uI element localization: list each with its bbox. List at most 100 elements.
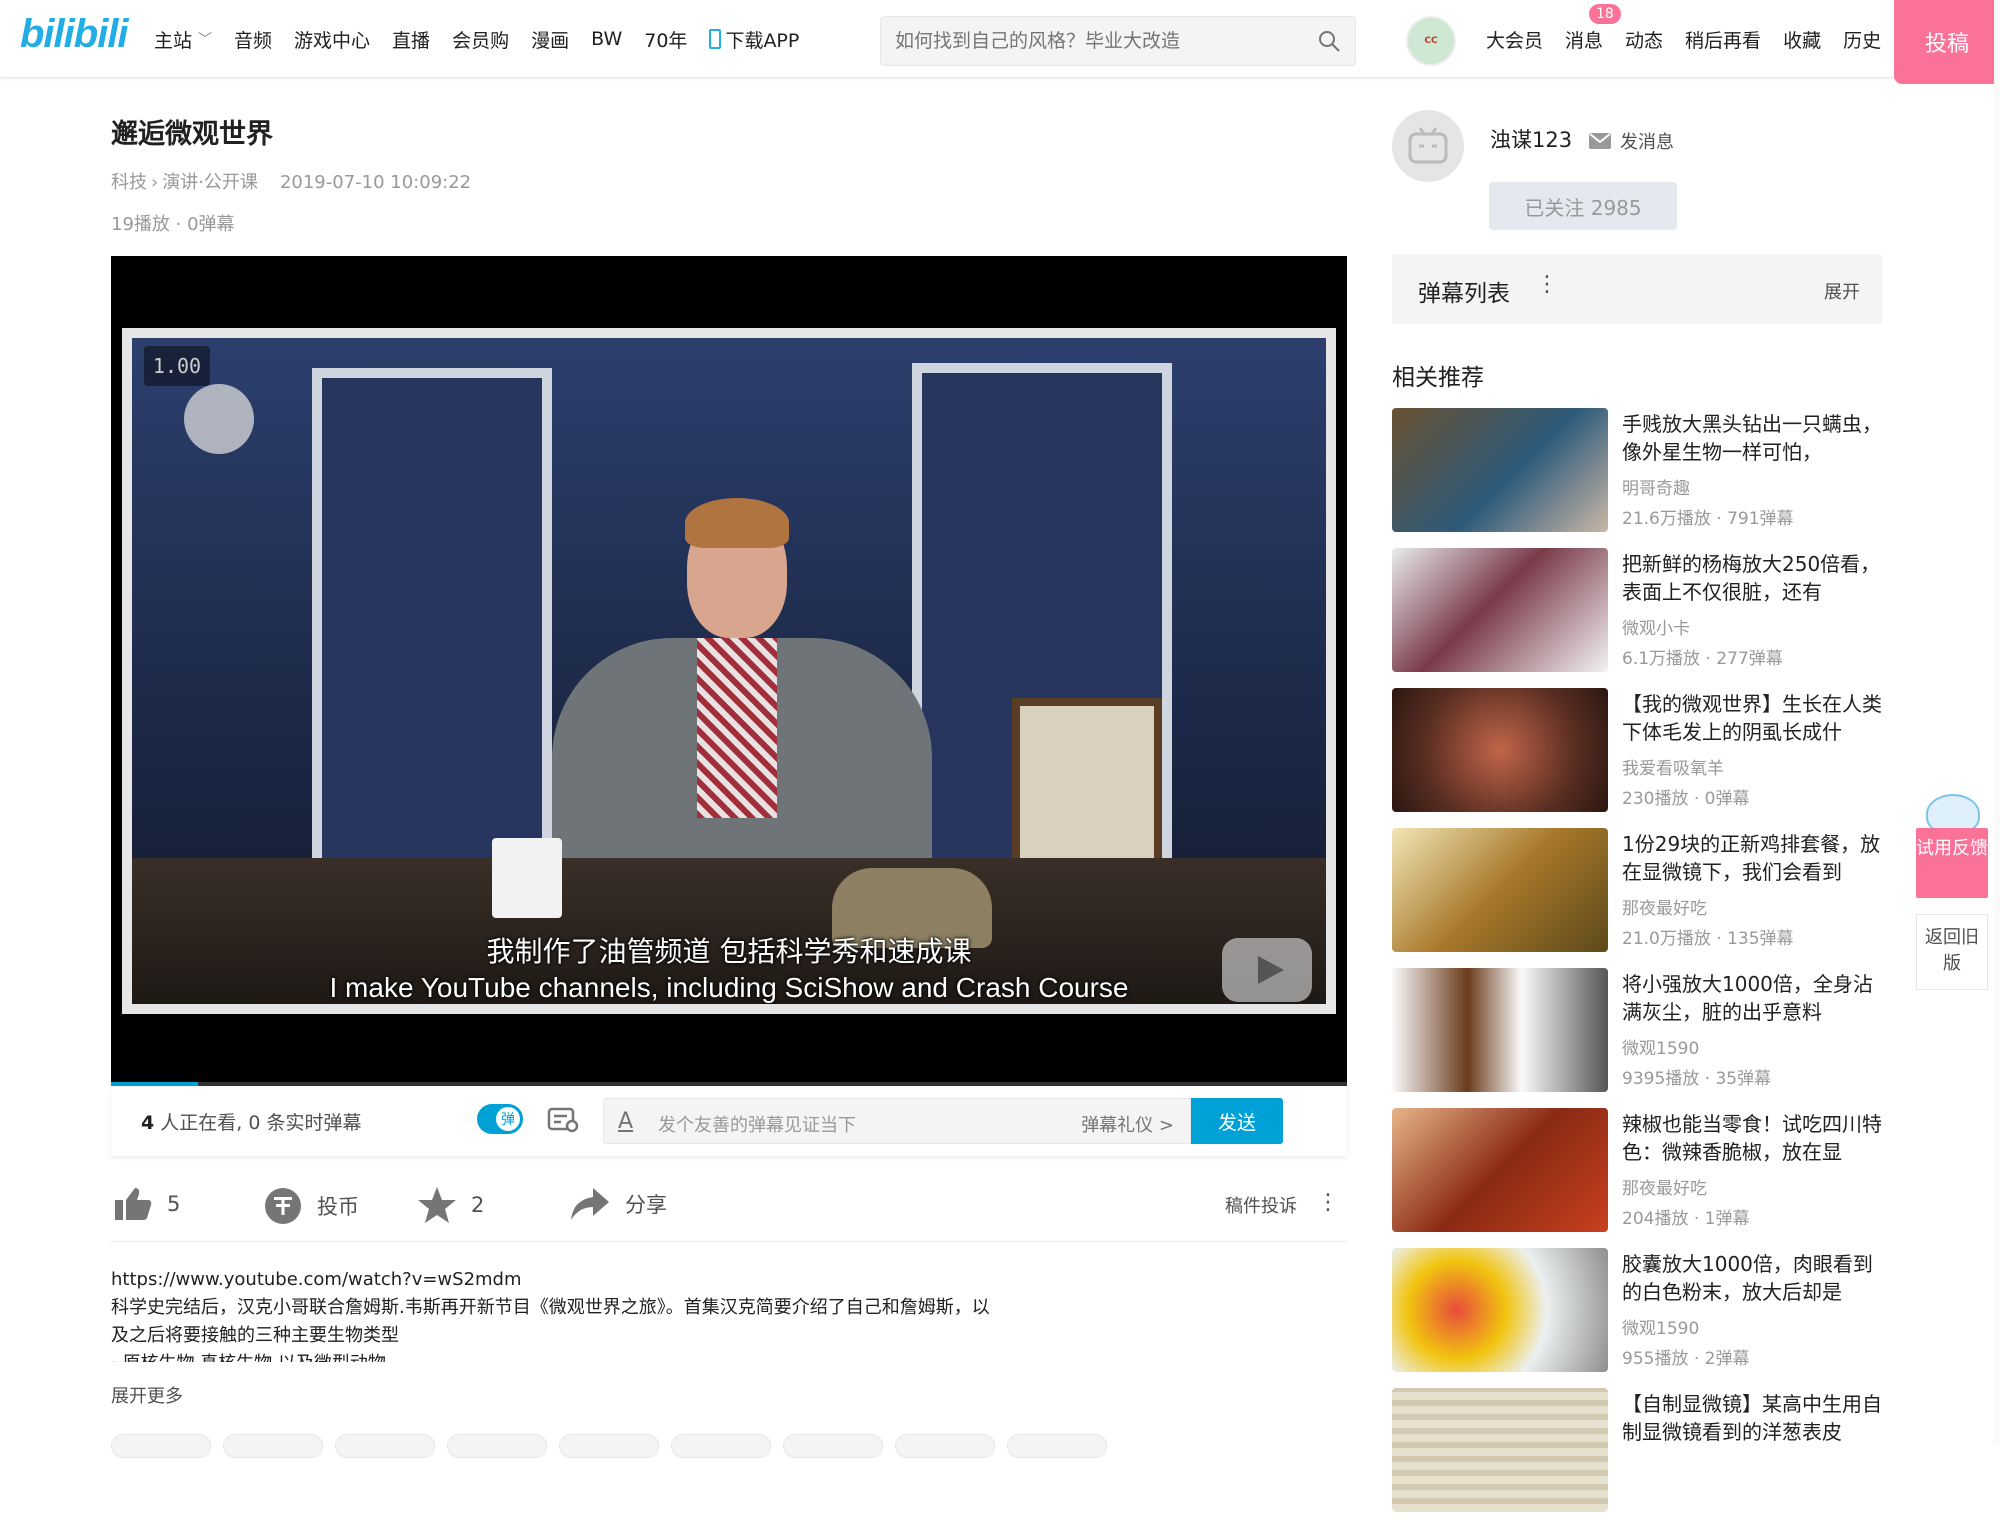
search-icon[interactable] bbox=[1317, 29, 1341, 53]
search-input[interactable] bbox=[895, 17, 1295, 65]
nav-audio[interactable]: 音频 bbox=[234, 26, 272, 53]
tag-item[interactable] bbox=[1007, 1434, 1107, 1458]
nav-vip[interactable]: 大会员 bbox=[1486, 26, 1543, 53]
danmaku-list-menu-icon[interactable]: ⋮ bbox=[1536, 272, 1558, 297]
mug bbox=[492, 838, 562, 918]
expand-description-button[interactable]: 展开更多 bbox=[111, 1382, 183, 1408]
recommend-item-author[interactable]: 微观1590 bbox=[1622, 1314, 1699, 1339]
description-link[interactable]: https://www.youtube.com/watch?v=wS2mdm bbox=[111, 1266, 991, 1294]
recommend-item-title[interactable]: 把新鲜的杨梅放大250倍看，表面上不仅很脏，还有 bbox=[1622, 550, 1884, 606]
recommend-item-title[interactable]: 【自制显微镜】某高中生用自制显微镜看到的洋葱表皮 bbox=[1622, 1390, 1884, 1446]
video-title: 邂逅微观世界 bbox=[111, 119, 273, 150]
coin-label: 投币 bbox=[317, 1195, 359, 1219]
nav-messages-label: 消息 bbox=[1565, 29, 1604, 52]
recommend-item-author[interactable]: 那夜最好吃 bbox=[1622, 894, 1707, 919]
recommend-thumbnail[interactable] bbox=[1392, 548, 1608, 672]
recommend-item[interactable]: 手贱放大黑头钻出一只螨虫，像外星生物一样可怕， 明哥奇趣 21.6万播放 · 7… bbox=[1392, 408, 1882, 548]
tag-item[interactable] bbox=[223, 1434, 323, 1458]
nav-game-center[interactable]: 游戏中心 bbox=[294, 26, 370, 53]
recommend-item-title[interactable]: 1份29块的正新鸡排套餐，放在显微镜下，我们会看到 bbox=[1622, 830, 1884, 886]
tag-item[interactable] bbox=[559, 1434, 659, 1458]
tag-item[interactable] bbox=[895, 1434, 995, 1458]
recommend-item[interactable]: 【自制显微镜】某高中生用自制显微镜看到的洋葱表皮 bbox=[1392, 1388, 1882, 1528]
message-count-badge: 18 bbox=[1589, 3, 1621, 24]
nav-member-shop[interactable]: 会员购 bbox=[452, 26, 509, 53]
uploader-avatar[interactable] bbox=[1392, 110, 1464, 182]
recommend-item-title[interactable]: 胶囊放大1000倍，肉眼看到的白色粉末，放大后却是 bbox=[1622, 1250, 1884, 1306]
nav-dynamics[interactable]: 动态 bbox=[1625, 26, 1663, 53]
video-player[interactable]: 1.00 我制作了油管频道 包括科学秀和速成课 I make YouTube c… bbox=[111, 256, 1347, 1086]
recommend-item[interactable]: 1份29块的正新鸡排套餐，放在显微镜下，我们会看到 那夜最好吃 21.0万播放 … bbox=[1392, 828, 1882, 968]
recommend-thumbnail[interactable] bbox=[1392, 828, 1608, 952]
upload-button[interactable]: 投稿 bbox=[1894, 0, 2000, 84]
thumbs-up-icon bbox=[115, 1188, 152, 1220]
recommend-item[interactable]: 辣椒也能当零食！试吃四川特色：微辣香脆椒，放在显 那夜最好吃 204播放 · 1… bbox=[1392, 1108, 1882, 1248]
nav-70-years[interactable]: 70年 bbox=[644, 26, 687, 53]
recommend-thumbnail[interactable] bbox=[1392, 1108, 1608, 1232]
tag-item[interactable] bbox=[111, 1434, 211, 1458]
coin-button[interactable]: 投币 bbox=[263, 1186, 359, 1226]
danmaku-toggle[interactable]: 弹 bbox=[477, 1104, 523, 1134]
tag-item[interactable] bbox=[335, 1434, 435, 1458]
page-scrollbar[interactable] bbox=[1994, 0, 2000, 1444]
recommend-thumbnail[interactable] bbox=[1392, 1248, 1608, 1372]
user-avatar[interactable]: CC bbox=[1406, 16, 1456, 66]
recommend-item-author[interactable]: 那夜最好吃 bbox=[1622, 1174, 1707, 1199]
recommend-thumbnail[interactable] bbox=[1392, 968, 1608, 1092]
nav-history[interactable]: 历史 bbox=[1843, 26, 1881, 53]
old-version-button[interactable]: 返回旧版 bbox=[1916, 914, 1988, 990]
send-message-button[interactable]: 发消息 bbox=[1588, 128, 1674, 154]
recommend-item-stats: 6.1万播放 · 277弹幕 bbox=[1622, 649, 1783, 669]
recommend-item-title[interactable]: 手贱放大黑头钻出一只螨虫，像外星生物一样可怕， bbox=[1622, 410, 1884, 466]
bilibili-logo[interactable]: bilibili bbox=[20, 12, 129, 57]
recommend-item-author[interactable]: 我爱看吸氧羊 bbox=[1622, 754, 1724, 779]
share-button[interactable]: 分享 bbox=[569, 1186, 667, 1222]
send-message-label: 发消息 bbox=[1620, 132, 1674, 153]
danmaku-settings-icon[interactable] bbox=[547, 1106, 581, 1134]
danmaku-list-expand[interactable]: 展开 bbox=[1824, 278, 1860, 304]
nav-watch-later[interactable]: 稍后再看 bbox=[1685, 26, 1761, 53]
nav-bw[interactable]: BW bbox=[591, 28, 622, 50]
recommend-item-title[interactable]: 辣椒也能当零食！试吃四川特色：微辣香脆椒，放在显 bbox=[1622, 1110, 1884, 1166]
recommend-thumbnail[interactable] bbox=[1392, 688, 1608, 812]
phone-icon bbox=[709, 29, 722, 49]
tag-item[interactable] bbox=[783, 1434, 883, 1458]
recommend-item-author[interactable]: 微观小卡 bbox=[1622, 614, 1690, 639]
video-meta: 科技 › 演讲·公开课 2019-07-10 10:09:22 bbox=[111, 168, 471, 194]
subtitle-en: I make YouTube channels, including SciSh… bbox=[329, 972, 1129, 1003]
danmaku-input[interactable]: A 发个友善的弹幕见证当下 弹幕礼仪 > bbox=[603, 1098, 1191, 1144]
nav-messages[interactable]: 消息 18 bbox=[1565, 3, 1621, 53]
nav-manga[interactable]: 漫画 bbox=[531, 26, 569, 53]
recommend-thumbnail[interactable] bbox=[1392, 1388, 1608, 1512]
font-style-icon[interactable]: A bbox=[618, 1109, 633, 1134]
follow-button[interactable]: 已关注 2985 bbox=[1489, 182, 1677, 230]
tag-item[interactable] bbox=[447, 1434, 547, 1458]
report-button[interactable]: 稿件投诉 bbox=[1225, 1192, 1297, 1218]
main-nav: 主站 ﹀ 音频 游戏中心 直播 会员购 漫画 BW 70年 下载APP bbox=[154, 0, 821, 78]
recommend-item[interactable]: 把新鲜的杨梅放大250倍看，表面上不仅很脏，还有 微观小卡 6.1万播放 · 2… bbox=[1392, 548, 1882, 688]
nav-download-app[interactable]: 下载APP bbox=[709, 26, 799, 53]
send-danmaku-button[interactable]: 发送 bbox=[1191, 1098, 1283, 1144]
recommend-thumbnail[interactable] bbox=[1392, 408, 1608, 532]
recommend-item[interactable]: 【我的微观世界】生长在人类下体毛发上的阴虱长成什 我爱看吸氧羊 230播放 · … bbox=[1392, 688, 1882, 828]
feedback-button[interactable]: 试用反馈 bbox=[1916, 828, 1988, 898]
recommend-item-author[interactable]: 明哥奇趣 bbox=[1622, 474, 1690, 499]
recommend-item-title[interactable]: 将小强放大1000倍，全身沾满灰尘，脏的出乎意料 bbox=[1622, 970, 1884, 1026]
recommend-item-title[interactable]: 【我的微观世界】生长在人类下体毛发上的阴虱长成什 bbox=[1622, 690, 1884, 746]
category-link[interactable]: 科技 bbox=[111, 172, 147, 193]
like-button[interactable]: 5 bbox=[113, 1186, 180, 1222]
danmaku-etiquette-link[interactable]: 弹幕礼仪 > bbox=[1081, 1111, 1174, 1137]
recommend-item[interactable]: 胶囊放大1000倍，肉眼看到的白色粉末，放大后却是 微观1590 955播放 ·… bbox=[1392, 1248, 1882, 1388]
recommend-item-stats: 230播放 · 0弹幕 bbox=[1622, 789, 1750, 809]
recommend-item-author[interactable]: 微观1590 bbox=[1622, 1034, 1699, 1059]
nav-live[interactable]: 直播 bbox=[392, 26, 430, 53]
more-vertical-icon[interactable]: ⋮ bbox=[1317, 1190, 1339, 1215]
uploader-name[interactable]: 浊谋123 bbox=[1490, 124, 1572, 154]
favorite-button[interactable]: 2 bbox=[417, 1186, 484, 1224]
video-frame[interactable]: 1.00 我制作了油管频道 包括科学秀和速成课 I make YouTube c… bbox=[122, 328, 1336, 1014]
recommend-item[interactable]: 将小强放大1000倍，全身沾满灰尘，脏的出乎意料 微观1590 9395播放 ·… bbox=[1392, 968, 1882, 1108]
nav-favorites[interactable]: 收藏 bbox=[1783, 26, 1821, 53]
tag-item[interactable] bbox=[671, 1434, 771, 1458]
nav-main-site[interactable]: 主站 ﹀ bbox=[154, 26, 212, 53]
subcategory-link[interactable]: 演讲·公开课 bbox=[162, 172, 258, 193]
